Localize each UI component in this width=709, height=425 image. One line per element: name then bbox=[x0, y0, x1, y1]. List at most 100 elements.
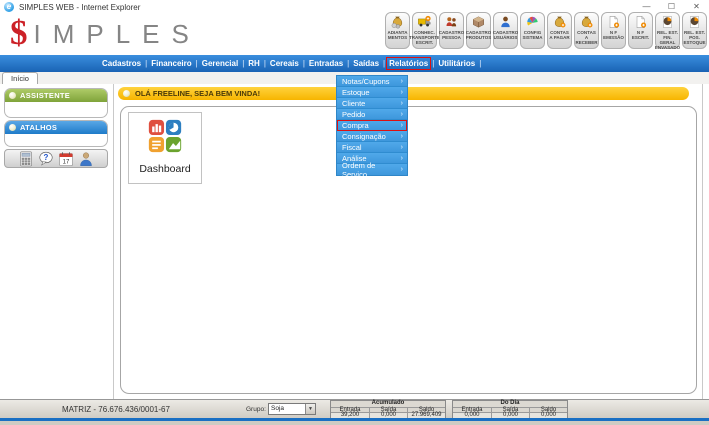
toolbar-button-contas-a-receber[interactable]: CONTAS A RECEBER bbox=[574, 12, 599, 49]
toolbar-button-adiantamentos[interactable]: ADIANTA MENTOS bbox=[385, 12, 410, 49]
menu-relatorios[interactable]: Relatórios bbox=[387, 58, 430, 69]
svg-text:17: 17 bbox=[63, 159, 70, 165]
toolbar-button-contas-a-pagar[interactable]: CONTAS A PAGAR bbox=[547, 12, 572, 49]
menu-utilitarios[interactable]: Utilitários bbox=[436, 58, 477, 69]
menu-gerencial[interactable]: Gerencial bbox=[200, 58, 240, 69]
atalhos-label: ATALHOS bbox=[20, 123, 57, 132]
calendar-icon[interactable]: 17 bbox=[58, 151, 74, 167]
dropdown-item-cliente[interactable]: Cliente › bbox=[337, 98, 407, 109]
toolbar-button-label: N F EMISSÃO bbox=[602, 30, 625, 40]
svg-text:?: ? bbox=[44, 153, 49, 162]
bullet-icon bbox=[9, 124, 16, 131]
atalhos-header[interactable]: ATALHOS bbox=[5, 121, 107, 134]
bottom-gray-strip bbox=[0, 421, 709, 425]
grupo-select[interactable]: Soja ▼ bbox=[268, 403, 316, 415]
toolbar-button-cadastro-produtos[interactable]: CADASTRO PRODUTOS bbox=[466, 12, 491, 49]
dropdown-item-estoque[interactable]: Estoque › bbox=[337, 87, 407, 98]
toolbar-button-nf-emissao[interactable]: N F EMISSÃO bbox=[601, 12, 626, 49]
submenu-arrow-icon: › bbox=[401, 100, 403, 107]
welcome-message: OLÁ FREELINE, SEJA BEM VINDA! bbox=[135, 89, 260, 98]
app-header: $ IMPLES ADIANTA MENTOS CONHEC. TRANSPOR… bbox=[0, 14, 709, 55]
dropdown-item-notas-cupons[interactable]: Notas/Cupons› bbox=[337, 76, 407, 87]
submenu-arrow-icon: › bbox=[401, 133, 403, 140]
submenu-arrow-icon: › bbox=[401, 111, 403, 118]
menu-separator: | bbox=[477, 59, 483, 68]
user-icon[interactable] bbox=[78, 151, 94, 167]
content-right-border bbox=[702, 84, 703, 399]
dropdown-item-label: Compra bbox=[342, 121, 369, 130]
calculator-icon[interactable] bbox=[18, 151, 34, 167]
simples-web-window: e SIMPLES WEB - Internet Explorer — ☐ ✕ … bbox=[0, 0, 709, 425]
palette-icon bbox=[525, 15, 540, 29]
toolbar-button-conhec-transporte[interactable]: CONHEC. TRANSPORTE ESCRIT. bbox=[412, 12, 437, 49]
toolbar-button-rel-est-pos-estoque[interactable]: REL. EST. POS. ESTOQUE bbox=[682, 12, 707, 49]
dropdown-item-compra[interactable]: Compra › bbox=[337, 120, 407, 131]
submenu-arrow-icon: › bbox=[401, 78, 403, 85]
dropdown-item-consignacao[interactable]: Consignação› bbox=[337, 131, 407, 142]
status-bar: MATRIZ - 76.676.436/0001-67 Grupo: Soja … bbox=[0, 399, 709, 418]
dropdown-item-fiscal[interactable]: Fiscal › bbox=[337, 142, 407, 153]
toolbar-button-label: CONFIG SISTEMA bbox=[521, 30, 544, 40]
toolbar-button-label: CADASTRO USUÁRIOS bbox=[492, 30, 520, 40]
dashboard-icon bbox=[146, 117, 184, 160]
menu-cadastros[interactable]: Cadastros bbox=[100, 58, 143, 69]
submenu-arrow-icon: › bbox=[401, 122, 403, 129]
box-icon bbox=[471, 15, 486, 29]
bullet-icon bbox=[123, 90, 130, 97]
menu-rh[interactable]: RH bbox=[246, 58, 262, 69]
toolbar-button-rel-est-envasado[interactable]: REL. EST. FIN. GERAL ENVASADO bbox=[655, 12, 680, 49]
moneybag-plus-icon bbox=[552, 15, 567, 29]
submenu-arrow-icon: › bbox=[401, 144, 403, 151]
dropdown-item-label: Ordem de Serviço bbox=[342, 161, 401, 179]
people-icon bbox=[444, 15, 459, 29]
toolbar-button-label: ADIANTA MENTOS bbox=[386, 30, 409, 40]
sidebar-divider bbox=[113, 84, 114, 399]
company-cnpj-label: MATRIZ - 76.676.436/0001-67 bbox=[62, 405, 170, 414]
dropdown-arrow-icon[interactable]: ▼ bbox=[305, 404, 315, 414]
grupo-label: Grupo: bbox=[246, 406, 266, 413]
grupo-selected-value: Soja bbox=[269, 404, 305, 414]
window-title: SIMPLES WEB - Internet Explorer bbox=[19, 3, 140, 12]
dropdown-item-label: Fiscal bbox=[342, 143, 362, 152]
acumulado-table: Acumulado Entrada Saída Saldo 39,200 0,0… bbox=[330, 400, 446, 419]
person-icon bbox=[498, 15, 513, 29]
dropdown-item-pedido[interactable]: Pedido› bbox=[337, 109, 407, 120]
submenu-arrow-icon: › bbox=[401, 155, 403, 162]
toolbar-button-nf-escrit[interactable]: N F ESCRIT. bbox=[628, 12, 653, 49]
document-plus-icon bbox=[633, 15, 648, 29]
assistente-panel: ASSISTENTE bbox=[4, 88, 108, 118]
main-content-panel: Dashboard bbox=[120, 106, 697, 394]
document-plus-icon bbox=[606, 15, 621, 29]
dropdown-item-ordem-de-servico[interactable]: Ordem de Serviço› bbox=[337, 164, 407, 175]
menu-financeiro[interactable]: Financeiro bbox=[149, 58, 193, 69]
tab-inicio[interactable]: Início bbox=[2, 72, 38, 84]
atalhos-panel: ATALHOS bbox=[4, 120, 108, 147]
simples-logo: $ IMPLES bbox=[10, 14, 201, 52]
moneybag-coin-icon bbox=[390, 15, 405, 29]
toolbar-button-label: REL. EST. POS. ESTOQUE bbox=[683, 30, 707, 45]
quick-access-toolbar: ADIANTA MENTOS CONHEC. TRANSPORTE ESCRIT… bbox=[385, 12, 707, 49]
dashboard-shortcut[interactable]: Dashboard bbox=[128, 112, 202, 184]
truck-plus-icon bbox=[417, 15, 432, 29]
toolbar-button-label: CADASTRO PESSOA bbox=[438, 30, 466, 40]
menu-cereais[interactable]: Cereais bbox=[268, 58, 301, 69]
toolbar-button-cadastro-usuarios[interactable]: CADASTRO USUÁRIOS bbox=[493, 12, 518, 49]
dashboard-label: Dashboard bbox=[139, 163, 190, 175]
internet-explorer-icon: e bbox=[4, 2, 14, 12]
toolbar-button-config-sistema[interactable]: CONFIG SISTEMA bbox=[520, 12, 545, 49]
dropdown-item-label: Cliente bbox=[342, 99, 365, 108]
menu-entradas[interactable]: Entradas bbox=[307, 58, 345, 69]
toolbar-button-label: N F ESCRIT. bbox=[629, 30, 652, 40]
assistente-label: ASSISTENTE bbox=[20, 91, 70, 100]
toolbar-button-label: CONHEC. TRANSPORTE ESCRIT. bbox=[408, 30, 441, 45]
toolbar-button-label: CONTAS A PAGAR bbox=[548, 30, 571, 40]
moneybag-plus-icon bbox=[579, 15, 594, 29]
help-icon[interactable]: ? bbox=[38, 151, 54, 167]
assistente-header[interactable]: ASSISTENTE bbox=[5, 89, 107, 102]
toolbar-button-cadastro-pessoa[interactable]: CADASTRO PESSOA bbox=[439, 12, 464, 49]
submenu-arrow-icon: › bbox=[401, 89, 403, 96]
bullet-icon bbox=[9, 92, 16, 99]
submenu-arrow-icon: › bbox=[401, 166, 403, 173]
menu-saidas[interactable]: Saídas bbox=[351, 58, 381, 69]
dropdown-item-label: Estoque bbox=[342, 88, 370, 97]
